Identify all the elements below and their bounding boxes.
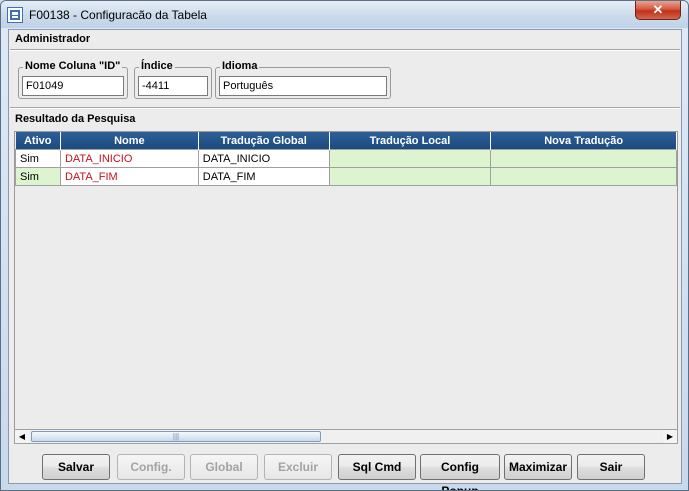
- index-label: Índice: [139, 60, 175, 72]
- main-panel: Administrador Nome Coluna "ID" F01049 Ín…: [8, 29, 682, 490]
- cell-nome[interactable]: DATA_INICIO: [59, 149, 199, 168]
- results-table-container: Ativo Nome Tradução Global Tradução Loca…: [14, 131, 678, 443]
- column-header-nova-traducao[interactable]: Nova Tradução: [490, 132, 677, 150]
- scroll-thumb[interactable]: |||: [31, 431, 321, 442]
- sql-cmd-button[interactable]: Sql Cmd: [338, 454, 416, 480]
- admin-separator: [10, 49, 680, 51]
- cell-traducao-global[interactable]: DATA_INICIO: [197, 149, 330, 168]
- maximizar-button[interactable]: Maximizar: [504, 454, 572, 480]
- cell-traducao-global[interactable]: DATA_FIM: [197, 167, 330, 186]
- excluir-button[interactable]: Excluir: [264, 454, 332, 480]
- language-label: Idioma: [220, 60, 260, 72]
- results-section-title: Resultado da Pesquisa: [15, 113, 136, 125]
- column-header-ativo[interactable]: Ativo: [15, 132, 61, 150]
- id-column-label: Nome Coluna "ID": [23, 60, 123, 72]
- results-separator: [10, 107, 680, 109]
- index-group: Índice -4411: [134, 60, 212, 99]
- close-icon: ✕: [652, 2, 664, 17]
- table-header-row: Ativo Nome Tradução Global Tradução Loca…: [15, 132, 677, 150]
- table-row[interactable]: Sim DATA_FIM DATA_FIM: [15, 167, 677, 186]
- cell-nova-traducao[interactable]: [490, 167, 677, 186]
- global-button[interactable]: Global: [190, 454, 258, 480]
- config-button[interactable]: Config.: [117, 454, 185, 480]
- scroll-right-icon[interactable]: ▶: [663, 430, 677, 443]
- close-button[interactable]: ✕: [635, 1, 681, 20]
- column-header-nome[interactable]: Nome: [60, 132, 199, 150]
- cell-nome[interactable]: DATA_FIM: [59, 167, 199, 186]
- language-group: Idioma Português: [215, 60, 391, 99]
- results-table: Ativo Nome Tradução Global Tradução Loca…: [15, 132, 677, 186]
- title-bar[interactable]: F00138 - Configuracão da Tabela ✕: [1, 1, 688, 28]
- index-field[interactable]: -4411: [138, 76, 208, 96]
- admin-section-title: Administrador: [15, 33, 91, 45]
- app-icon: [7, 7, 23, 23]
- grip-icon: |||: [172, 432, 180, 441]
- column-header-traducao-global[interactable]: Tradução Global: [198, 132, 330, 150]
- window-title: F00138 - Configuracão da Tabela: [29, 8, 207, 22]
- cell-ativo[interactable]: Sim: [15, 149, 61, 168]
- language-field[interactable]: Português: [219, 76, 387, 96]
- cell-ativo[interactable]: Sim: [15, 167, 61, 186]
- cell-traducao-local[interactable]: [328, 149, 492, 168]
- app-window: F00138 - Configuracão da Tabela ✕ Admini…: [0, 0, 689, 491]
- horizontal-scrollbar[interactable]: ◀ ||| ▶: [14, 429, 678, 444]
- sair-button[interactable]: Sair: [577, 454, 645, 480]
- scroll-left-icon[interactable]: ◀: [15, 430, 29, 443]
- config-popup-button[interactable]: Config Popup: [420, 454, 500, 490]
- cell-nova-traducao[interactable]: [490, 149, 677, 168]
- salvar-button[interactable]: Salvar: [42, 454, 110, 480]
- id-column-field[interactable]: F01049: [22, 76, 124, 96]
- id-column-group: Nome Coluna "ID" F01049: [18, 60, 128, 99]
- table-row[interactable]: Sim DATA_INICIO DATA_INICIO: [15, 149, 677, 168]
- column-header-traducao-local[interactable]: Tradução Local: [329, 132, 492, 150]
- cell-traducao-local[interactable]: [328, 167, 492, 186]
